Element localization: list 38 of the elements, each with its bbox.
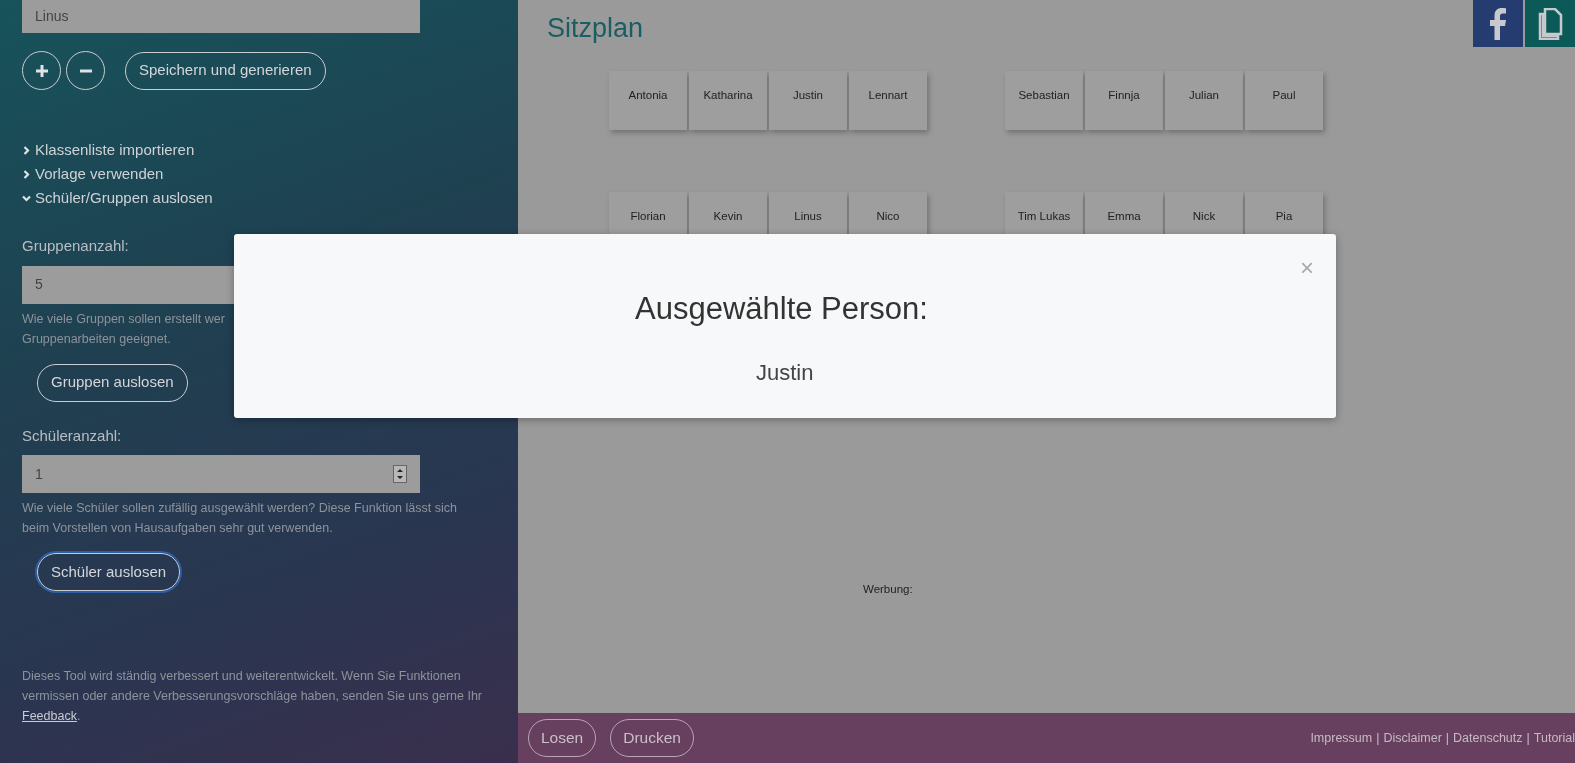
page-title: Sitzplan	[547, 12, 644, 45]
field-label: Gruppenanzahl:	[22, 236, 130, 256]
field-label: Schüleranzahl:	[22, 425, 123, 446]
footer-link[interactable]: Disclaimer	[1383, 728, 1442, 748]
ad-label: Werbung:	[863, 582, 914, 597]
desk[interactable]: Sebastian	[1005, 71, 1083, 130]
info-text: Dieses Tool wird ständig verbessert und weiterentwickelt. Wenn Sie Funktionen vermissen oder andere Verbesserungsvorschläge haben, senden Sie uns gerne Ihr	[22, 669, 482, 703]
punctuation: .	[76, 709, 81, 723]
facebook-button[interactable]	[1473, 0, 1523, 47]
feedback-link[interactable]: Feedback	[22, 709, 77, 723]
footer-link[interactable]: Tutorial	[1533, 728, 1575, 748]
name-field[interactable]: Linus	[22, 0, 420, 33]
hint-text: Wie viele Gruppen sollen erstellt wer	[22, 310, 226, 328]
desk[interactable]: Finnja	[1085, 71, 1163, 130]
modal-title: Ausgewählte Person:	[635, 290, 928, 328]
desk[interactable]: Julian	[1165, 71, 1243, 130]
separator: |	[1376, 729, 1380, 747]
selected-name: Justin	[756, 359, 814, 387]
section-link[interactable]: Schüler/Gruppen auslosen	[35, 186, 213, 210]
section-link[interactable]: Klassenliste importieren	[35, 138, 195, 162]
plus-icon	[34, 63, 49, 78]
spinner-icon[interactable]	[393, 465, 407, 483]
desk[interactable]: Katharina	[689, 71, 767, 130]
copy-button[interactable]	[1525, 0, 1575, 47]
desk[interactable]: Justin	[769, 71, 847, 130]
footer-link[interactable]: Datenschutz	[1453, 728, 1523, 748]
separator: |	[1445, 729, 1450, 747]
copy-icon	[1537, 7, 1563, 40]
separator: |	[1526, 729, 1530, 747]
footer-link[interactable]: Impressum	[1310, 728, 1373, 748]
hint-text: Wie viele Schüler sollen zufällig ausgewählt werden? Diese Funktion lässt sich beim Vorstellen von Hausaufgaben sehr gut verwenden.	[22, 500, 458, 537]
draw-button[interactable]: Schüler auslosen	[37, 553, 181, 591]
hint-text: Gruppenarbeiten geeignet.	[22, 330, 172, 348]
desk[interactable]: Lennart	[849, 71, 927, 130]
number-field[interactable]: 1	[22, 455, 420, 493]
desk[interactable]: Antonia	[609, 71, 687, 130]
section-link[interactable]: Vorlage verwenden	[35, 162, 164, 186]
desk[interactable]: Paul	[1245, 71, 1323, 130]
